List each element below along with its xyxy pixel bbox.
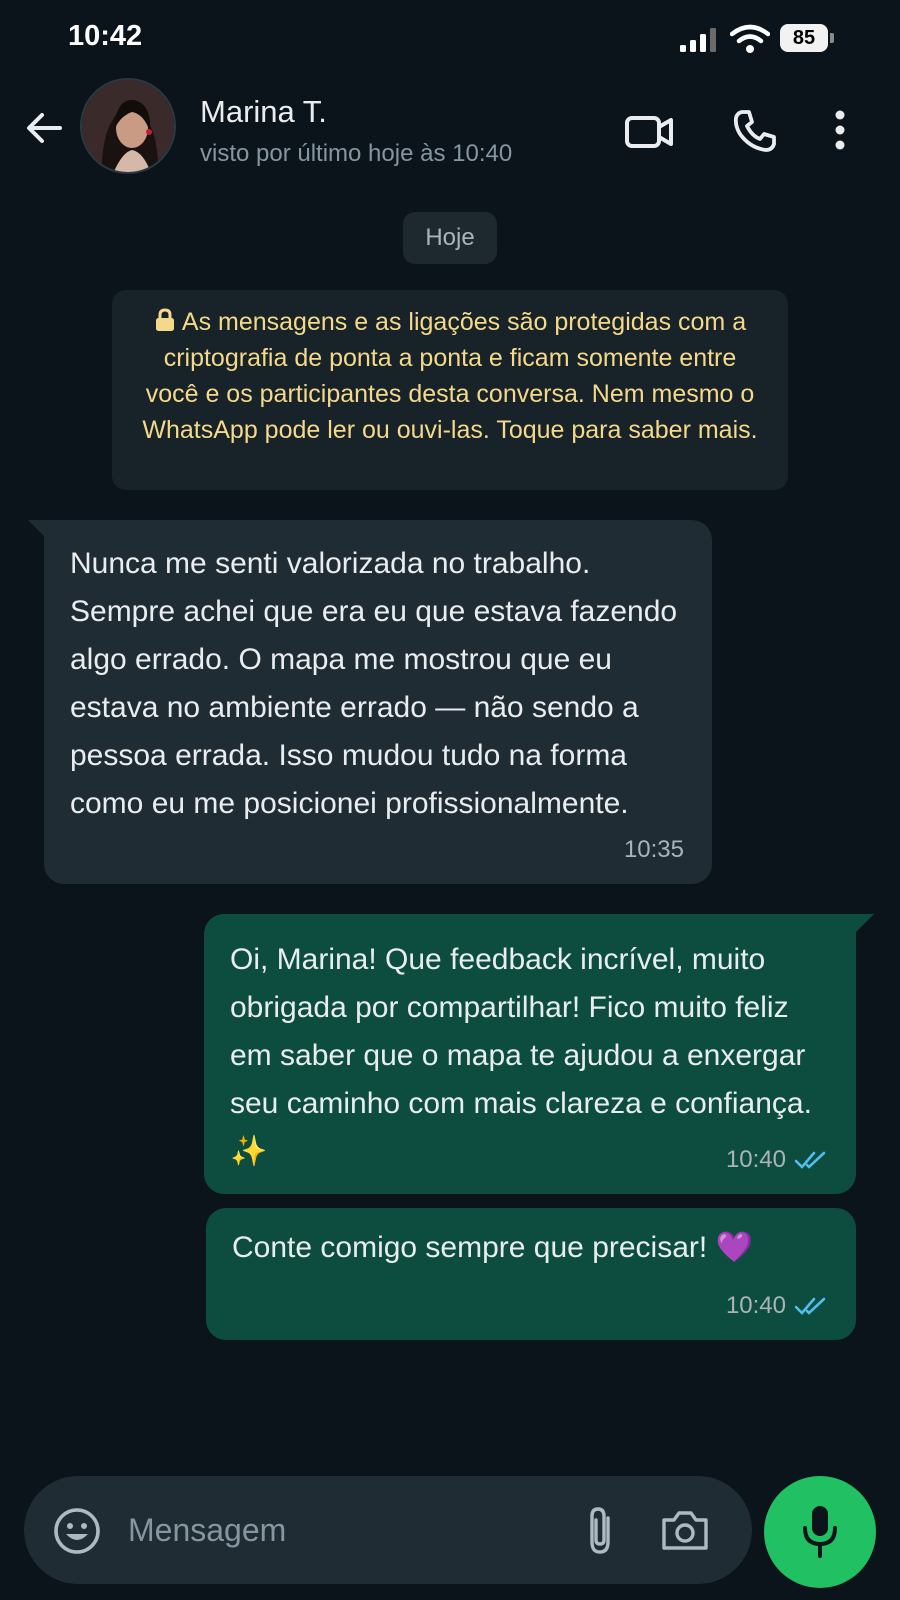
contact-name[interactable]: Marina T. bbox=[200, 94, 327, 130]
message-meta: 10:40 bbox=[726, 1282, 828, 1330]
camera-icon[interactable] bbox=[660, 1508, 710, 1552]
signal-icon bbox=[680, 28, 716, 52]
date-separator: Hoje bbox=[403, 212, 497, 264]
last-seen-status: visto por último hoje às 10:40 bbox=[200, 140, 513, 167]
message-time: 10:35 bbox=[623, 836, 684, 863]
incoming-message[interactable]: Nunca me senti valorizada no trabalho. S… bbox=[44, 520, 712, 884]
encryption-notice-text: As mensagens e as ligações são protegida… bbox=[142, 308, 758, 444]
message-meta: 10:40 bbox=[726, 1136, 828, 1184]
attach-icon[interactable] bbox=[580, 1504, 620, 1556]
message-composer: Mensagem bbox=[24, 1476, 752, 1584]
outgoing-message[interactable]: Oi, Marina! Que feedback incrível, muito… bbox=[204, 914, 856, 1194]
outgoing-bubble-tail bbox=[854, 914, 874, 934]
avatar[interactable] bbox=[80, 78, 176, 174]
video-call-icon[interactable] bbox=[624, 112, 674, 152]
message-meta: 10:35 bbox=[624, 826, 684, 874]
outgoing-message[interactable]: Conte comigo sempre que precisar! 💜 10:4… bbox=[206, 1208, 856, 1340]
message-time: 10:40 bbox=[725, 1146, 786, 1173]
more-icon[interactable] bbox=[834, 110, 846, 150]
message-text: Nunca me senti valorizada no trabalho. S… bbox=[70, 547, 686, 820]
status-time: 10:42 bbox=[68, 20, 143, 52]
microphone-icon bbox=[803, 1506, 837, 1558]
message-list[interactable]: Hoje As mensagens e as ligações são prot… bbox=[0, 194, 900, 1474]
voice-record-button[interactable] bbox=[764, 1476, 876, 1588]
emoji-icon[interactable] bbox=[52, 1506, 102, 1556]
battery-level: 85 bbox=[780, 24, 828, 52]
encryption-notice[interactable]: As mensagens e as ligações são protegida… bbox=[112, 290, 788, 490]
read-ticks-icon bbox=[794, 1151, 826, 1169]
message-input[interactable]: Mensagem bbox=[128, 1508, 548, 1552]
lock-icon bbox=[155, 308, 174, 331]
chat-screen: 10:42 85 Marina T. visto por último hoje… bbox=[0, 0, 900, 1600]
read-ticks-icon bbox=[794, 1297, 826, 1315]
wifi-icon bbox=[730, 24, 770, 53]
chat-header: Marina T. visto por último hoje às 10:40 bbox=[0, 78, 900, 194]
message-time: 10:40 bbox=[725, 1292, 786, 1319]
battery-icon: 85 bbox=[780, 24, 834, 52]
status-bar: 10:42 85 bbox=[0, 0, 900, 78]
phone-icon[interactable] bbox=[732, 108, 778, 154]
message-text: Conte comigo sempre que precisar! 💜 bbox=[232, 1231, 753, 1264]
back-arrow-icon[interactable] bbox=[22, 106, 66, 150]
